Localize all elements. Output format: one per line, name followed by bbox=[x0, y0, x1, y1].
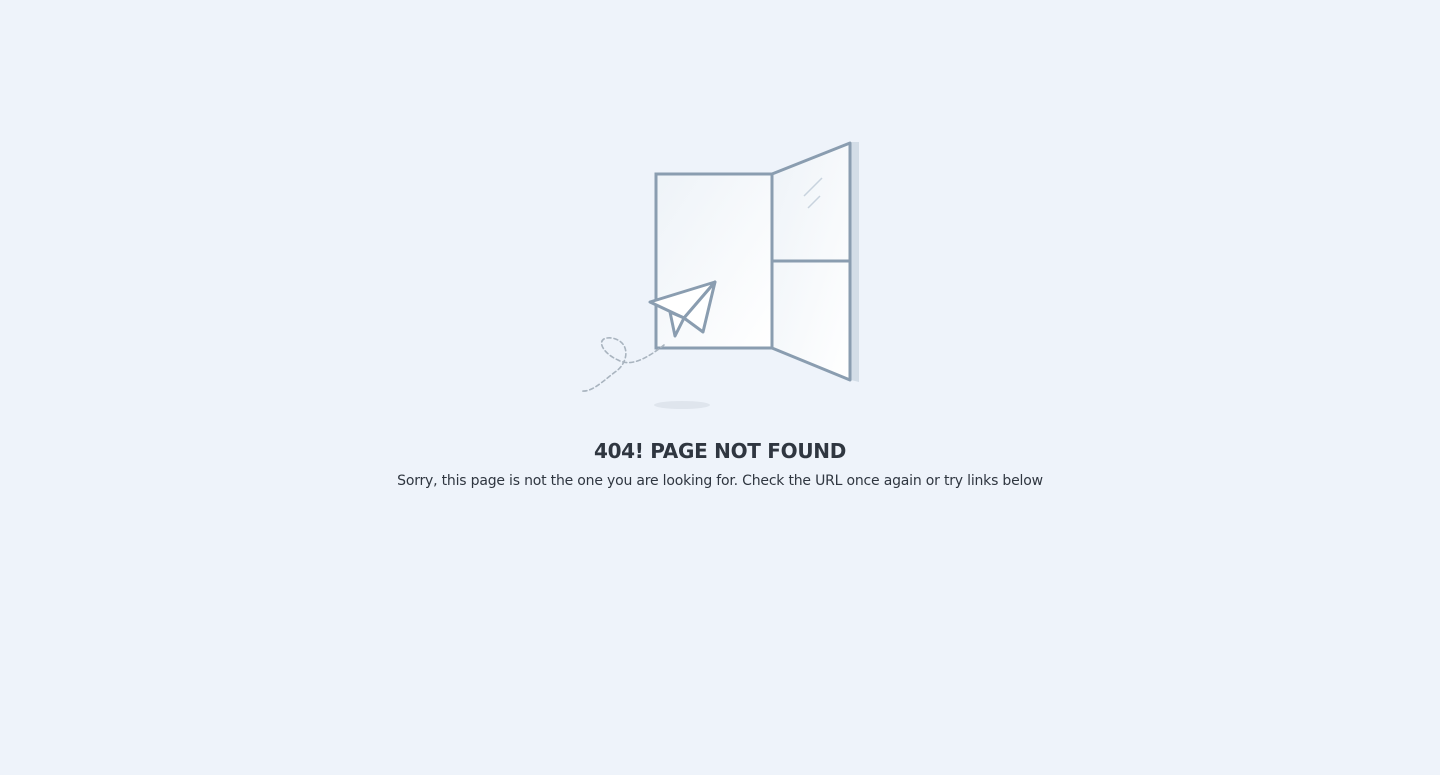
open-window-paper-plane-icon bbox=[581, 141, 859, 409]
floor-shadow bbox=[654, 401, 710, 409]
sash-shadow bbox=[851, 142, 859, 382]
window-illustration bbox=[575, 135, 870, 415]
page-title: 404! PAGE NOT FOUND bbox=[593, 439, 847, 463]
error-message: Sorry, this page is not the one you are … bbox=[397, 473, 1043, 489]
not-found-page: 404! PAGE NOT FOUND Sorry, this page is … bbox=[0, 0, 1440, 775]
flight-trail bbox=[581, 337, 665, 392]
